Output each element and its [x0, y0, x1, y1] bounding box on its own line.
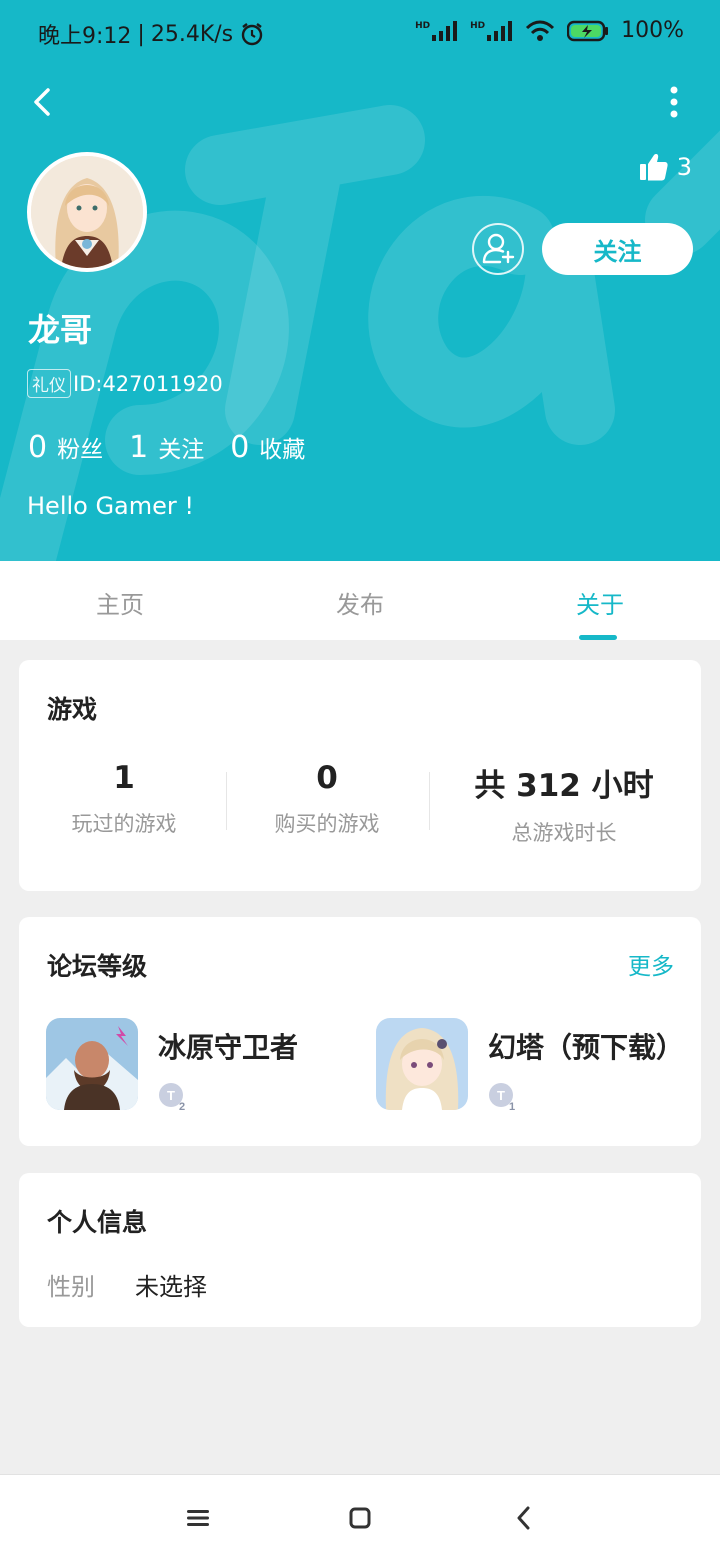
played-games-stat[interactable]: 1 玩过的游戏 — [44, 760, 204, 838]
tower-of-fantasy-game-icon — [376, 1018, 468, 1110]
status-time: 晚上9:12 — [38, 24, 132, 49]
back-icon[interactable] — [510, 1503, 540, 1533]
taptap-watermark — [0, 105, 720, 561]
ice-guardian-game-icon — [46, 1018, 138, 1110]
likes-count: 3 — [676, 153, 692, 181]
forum-game-item[interactable]: 冰原守卫者 T 2 — [46, 1018, 298, 1116]
divider — [429, 772, 430, 830]
forum-game-name: 幻塔（预下载） — [488, 1031, 685, 1064]
gender-value: 未选择 — [135, 1273, 207, 1301]
tab-posts[interactable]: 发布 — [300, 585, 420, 620]
profile-tabs: 主页 发布 关于 — [0, 561, 720, 640]
more-link[interactable]: 更多 — [628, 947, 674, 981]
level-badge-icon: T 1 — [489, 1083, 515, 1113]
system-nav-bar — [0, 1474, 720, 1560]
add-friend-button[interactable] — [472, 223, 524, 275]
status-net-speed: 25.4K/s — [150, 21, 234, 47]
info-card-title: 个人信息 — [47, 1208, 148, 1237]
tab-home[interactable]: 主页 — [60, 585, 180, 620]
menu-icon[interactable] — [183, 1503, 213, 1533]
level-badge-icon: T 2 — [159, 1083, 185, 1113]
divider — [226, 772, 227, 830]
forum-level-card: 论坛等级 更多 冰原守卫者 T 2 幻塔（预下载） T 1 — [19, 917, 701, 1146]
user-id: ID:427011920 — [73, 371, 223, 396]
forum-game-item[interactable]: 幻塔（预下载） T 1 — [376, 1018, 684, 1116]
svg-text:1: 1 — [509, 1101, 515, 1112]
tab-about[interactable]: 关于 — [540, 585, 660, 620]
forum-game-name: 冰原守卫者 — [158, 1031, 299, 1064]
following-stat[interactable]: 1 关注 — [129, 430, 204, 465]
active-tab-indicator — [579, 635, 617, 640]
back-button[interactable] — [26, 82, 62, 122]
likes-counter[interactable]: 3 — [639, 152, 692, 182]
profile-header: 晚上9:12 | 25.4K/s HD HD 100% 3 关注 龙哥 礼仪 I… — [0, 0, 720, 561]
etiquette-badge[interactable]: 礼仪 — [27, 369, 71, 398]
more-options-button[interactable] — [664, 82, 684, 122]
gender-label: 性别 — [47, 1273, 95, 1301]
alarm-icon — [241, 23, 263, 46]
favorites-stat[interactable]: 0 收藏 — [230, 430, 305, 465]
add-user-icon — [482, 233, 515, 264]
thumbs-up-icon — [639, 154, 668, 181]
playtime-stat[interactable]: 共 312 小时 总游戏时长 — [449, 760, 679, 847]
battery-level: 100% — [621, 18, 684, 43]
battery-icon — [567, 20, 609, 41]
home-icon[interactable] — [345, 1503, 375, 1533]
purchased-games-stat[interactable]: 0 购买的游戏 — [247, 760, 407, 838]
svg-text:2: 2 — [179, 1101, 185, 1112]
fans-stat[interactable]: 0 粉丝 — [28, 430, 103, 465]
username: 龙哥 — [28, 311, 93, 349]
wifi-icon — [526, 20, 555, 41]
games-card-title: 游戏 — [47, 695, 98, 724]
forum-card-title: 论坛等级 — [47, 952, 148, 981]
avatar-illustration — [31, 156, 143, 268]
user-id-row: 礼仪 ID:427011920 — [27, 369, 223, 398]
user-bio: Hello Gamer ! — [27, 492, 195, 520]
personal-info-card: 个人信息 性别 未选择 — [19, 1173, 701, 1327]
follow-button[interactable]: 关注 — [542, 223, 693, 275]
status-bar: 晚上9:12 | 25.4K/s HD HD 100% — [38, 18, 684, 49]
signal-icon: HD — [415, 20, 458, 41]
games-card: 游戏 1 玩过的游戏 0 购买的游戏 共 312 小时 总游戏时长 — [19, 660, 701, 891]
svg-text:T: T — [497, 1088, 505, 1103]
svg-text:T: T — [167, 1088, 175, 1103]
signal-icon-2: HD — [470, 20, 513, 41]
profile-stats: 0 粉丝 1 关注 0 收藏 — [28, 430, 305, 465]
avatar[interactable] — [27, 152, 147, 272]
